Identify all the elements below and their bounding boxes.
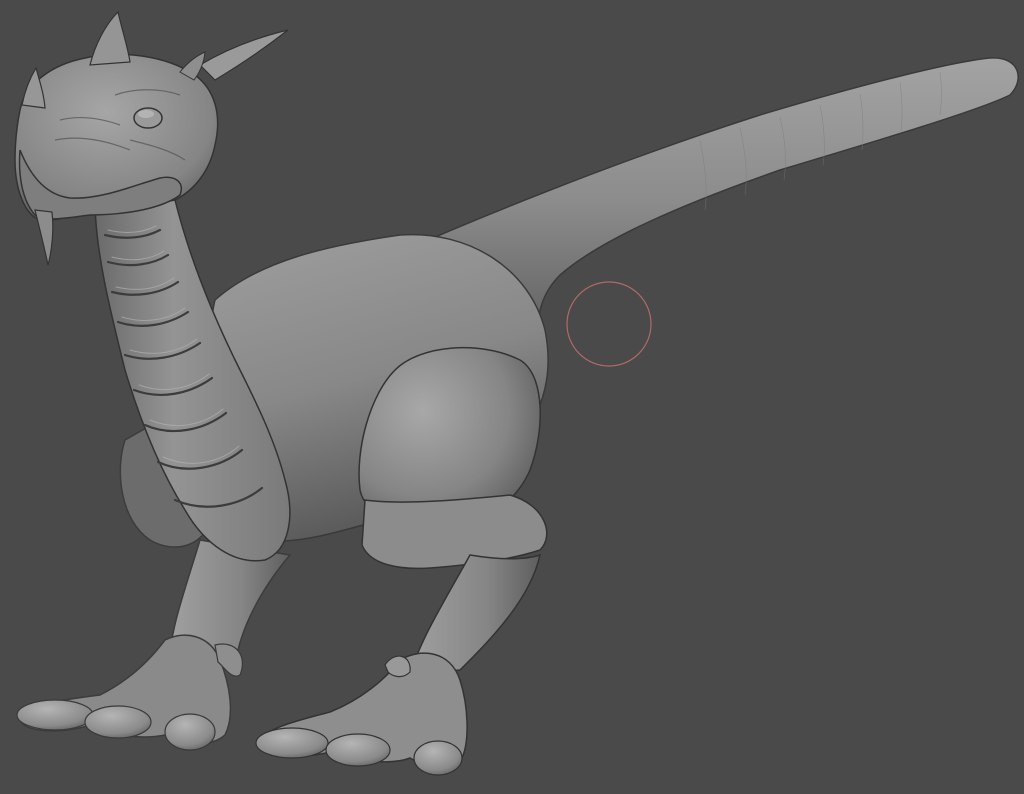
top-horn — [89, 10, 131, 66]
far-toe-3 — [164, 713, 216, 751]
near-toe-2 — [325, 733, 391, 767]
far-toe-2 — [84, 705, 152, 739]
brush-cursor-circle-icon[interactable] — [566, 281, 652, 367]
nose-horn — [21, 66, 46, 109]
sculpt-viewport[interactable] — [0, 0, 1024, 794]
near-knee — [361, 494, 548, 570]
near-foot — [255, 652, 468, 776]
viewport-canvas[interactable] — [0, 0, 1024, 794]
side-horn — [199, 29, 289, 81]
near-toe-3 — [413, 740, 463, 776]
far-toe-1 — [16, 699, 94, 731]
fang — [34, 209, 54, 266]
eye-lid-highlight — [138, 110, 154, 118]
near-toe-1 — [255, 727, 329, 759]
